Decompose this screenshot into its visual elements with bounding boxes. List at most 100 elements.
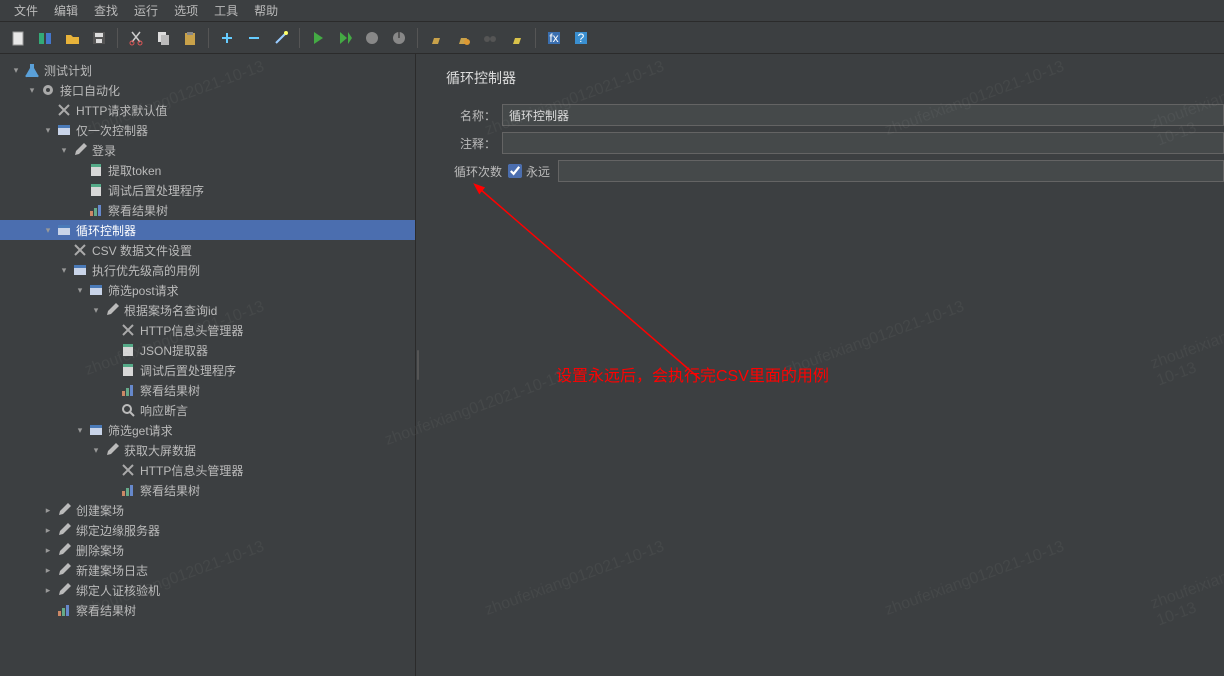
- tree-toggle[interactable]: ▸: [42, 584, 54, 596]
- tree-item-3[interactable]: ▾仅一次控制器: [0, 120, 415, 140]
- pencil-icon: [104, 442, 120, 458]
- tree-toggle[interactable]: ▾: [42, 124, 54, 136]
- tree-toggle[interactable]: ▸: [42, 544, 54, 556]
- test-plan-tree[interactable]: ▾测试计划▾接口自动化HTTP请求默认值▾仅一次控制器▾登录提取token调试后…: [0, 54, 415, 626]
- menu-工具[interactable]: 工具: [206, 0, 246, 21]
- tree-toggle: [106, 364, 118, 376]
- tree-toggle[interactable]: ▾: [26, 84, 38, 96]
- tree-item-24[interactable]: ▸ 删除案场: [0, 540, 415, 560]
- x-icon: [72, 242, 88, 258]
- toolbar-play[interactable]: [306, 26, 330, 50]
- tree-item-15[interactable]: 调试后置处理程序: [0, 360, 415, 380]
- tree-item-20[interactable]: HTTP信息头管理器: [0, 460, 415, 480]
- tree-toggle[interactable]: ▾: [74, 284, 86, 296]
- toolbar-broom-warn[interactable]: [451, 26, 475, 50]
- toolbar-new-file[interactable]: [6, 26, 30, 50]
- tree-toggle[interactable]: ▾: [42, 224, 54, 236]
- tree-item-17[interactable]: 响应断言: [0, 400, 415, 420]
- gear-icon: [40, 82, 56, 98]
- menu-运行[interactable]: 运行: [126, 0, 166, 21]
- toolbar-wand[interactable]: [269, 26, 293, 50]
- tree-toggle[interactable]: ▸: [42, 564, 54, 576]
- tree-item-18[interactable]: ▾筛选get请求: [0, 420, 415, 440]
- tree-item-4[interactable]: ▾登录: [0, 140, 415, 160]
- tree-toggle[interactable]: ▾: [90, 304, 102, 316]
- tree-item-13[interactable]: HTTP信息头管理器: [0, 320, 415, 340]
- tree-label: 绑定边缘服务器: [76, 522, 160, 539]
- tree-item-12[interactable]: ▾根据案场名查询id: [0, 300, 415, 320]
- tree-item-9[interactable]: CSV 数据文件设置: [0, 240, 415, 260]
- toolbar-play-no-pause[interactable]: [333, 26, 357, 50]
- toolbar-minus[interactable]: [242, 26, 266, 50]
- tree-toggle[interactable]: ▾: [74, 424, 86, 436]
- tree-label: 察看结果树: [140, 382, 200, 399]
- main-area: ▾测试计划▾接口自动化HTTP请求默认值▾仅一次控制器▾登录提取token调试后…: [0, 54, 1224, 676]
- loop-count-input[interactable]: [558, 160, 1224, 182]
- tree-toggle[interactable]: ▾: [90, 444, 102, 456]
- toolbar-templates[interactable]: [33, 26, 57, 50]
- x-icon: [120, 462, 136, 478]
- comment-input[interactable]: [502, 132, 1224, 154]
- menu-编辑[interactable]: 编辑: [46, 0, 86, 21]
- menu-查找[interactable]: 查找: [86, 0, 126, 21]
- toolbar-binoculars[interactable]: [478, 26, 502, 50]
- tree-item-5[interactable]: 提取token: [0, 160, 415, 180]
- pencil-icon: [72, 142, 88, 158]
- toolbar-stop[interactable]: [360, 26, 384, 50]
- tree-toggle[interactable]: ▸: [42, 524, 54, 536]
- tree-toggle[interactable]: ▸: [42, 504, 54, 516]
- doc-icon: [120, 362, 136, 378]
- tree-toggle[interactable]: ▾: [10, 64, 22, 76]
- tree-toggle[interactable]: ▾: [58, 264, 70, 276]
- toolbar-cut[interactable]: [124, 26, 148, 50]
- tree-label: 循环控制器: [76, 222, 136, 239]
- tree-item-8[interactable]: ▾ 循环控制器: [0, 220, 415, 240]
- toolbar-save[interactable]: [87, 26, 111, 50]
- name-input[interactable]: [502, 104, 1224, 126]
- toolbar-broom-clear[interactable]: [424, 26, 448, 50]
- tree-item-21[interactable]: 察看结果树: [0, 480, 415, 500]
- tree-item-11[interactable]: ▾ 筛选post请求: [0, 280, 415, 300]
- toolbar-help[interactable]: ?: [569, 26, 593, 50]
- toolbar-function[interactable]: fx: [542, 26, 566, 50]
- tree-item-6[interactable]: 调试后置处理程序: [0, 180, 415, 200]
- tree-toggle: [74, 184, 86, 196]
- tree-item-10[interactable]: ▾执行优先级高的用例: [0, 260, 415, 280]
- tree-item-14[interactable]: JSON提取器: [0, 340, 415, 360]
- forever-checkbox[interactable]: [508, 164, 522, 178]
- doc-icon: [88, 162, 104, 178]
- menu-选项[interactable]: 选项: [166, 0, 206, 21]
- mag-icon: [120, 402, 136, 418]
- tree-item-0[interactable]: ▾ 测试计划: [0, 60, 415, 80]
- ctrl-icon: [88, 282, 104, 298]
- tree-item-25[interactable]: ▸新建案场日志: [0, 560, 415, 580]
- tree-item-27[interactable]: 察看结果树: [0, 600, 415, 620]
- toolbar-paste[interactable]: [178, 26, 202, 50]
- tree-label: CSV 数据文件设置: [92, 242, 192, 259]
- tree-item-7[interactable]: 察看结果树: [0, 200, 415, 220]
- menu-文件[interactable]: 文件: [6, 0, 46, 21]
- tree-label: 调试后置处理程序: [140, 362, 236, 379]
- tree-item-1[interactable]: ▾接口自动化: [0, 80, 415, 100]
- toolbar-separator: [208, 28, 209, 48]
- tree-label: 响应断言: [140, 402, 188, 419]
- toolbar-plus[interactable]: [215, 26, 239, 50]
- tree-label: JSON提取器: [140, 342, 208, 359]
- tree-label: 测试计划: [44, 62, 92, 79]
- tree-item-19[interactable]: ▾获取大屏数据: [0, 440, 415, 460]
- tree-label: 删除案场: [76, 542, 124, 559]
- tree-item-2[interactable]: HTTP请求默认值: [0, 100, 415, 120]
- menu-帮助[interactable]: 帮助: [246, 0, 286, 21]
- toolbar-open[interactable]: [60, 26, 84, 50]
- tree-toggle: [74, 164, 86, 176]
- toolbar-shutdown[interactable]: [387, 26, 411, 50]
- chart-icon: [56, 602, 72, 618]
- tree-toggle[interactable]: ▾: [58, 144, 70, 156]
- tree-item-16[interactable]: 察看结果树: [0, 380, 415, 400]
- tree-item-23[interactable]: ▸ 绑定边缘服务器: [0, 520, 415, 540]
- tree-label: 筛选post请求: [108, 282, 179, 299]
- tree-item-26[interactable]: ▸绑定人证核验机: [0, 580, 415, 600]
- tree-item-22[interactable]: ▸创建案场: [0, 500, 415, 520]
- toolbar-copy[interactable]: [151, 26, 175, 50]
- toolbar-broom-reset[interactable]: [505, 26, 529, 50]
